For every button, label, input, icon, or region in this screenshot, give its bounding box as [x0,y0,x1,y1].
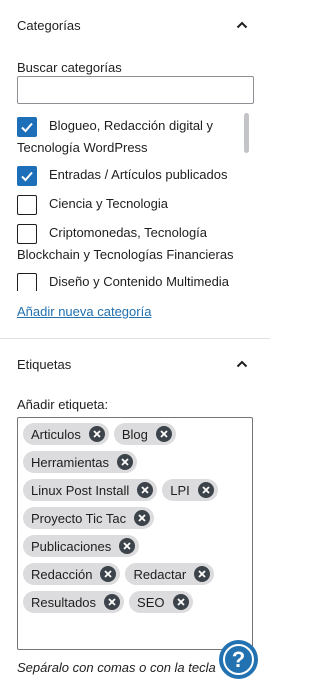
category-label: Diseño y Contenido Multimedia [49,274,229,289]
scrollbar-thumb[interactable] [244,113,249,153]
remove-tag-icon[interactable] [104,594,121,610]
category-label: Criptomonedas, Tecnología Blockchain y T… [17,225,234,262]
remove-tag-icon[interactable] [155,426,172,442]
tag-label: Blog [121,426,148,442]
tag-separator-hint: Sepáralo con comas o con la tecla [17,660,216,675]
category-label: Entradas / Artículos publicados [49,167,228,182]
tag-token: Publicaciones [23,535,140,557]
remove-tag-icon[interactable] [88,426,105,442]
category-list: Blogueo, Redacción digital y Tecnología … [17,113,254,291]
category-item[interactable]: Ciencia y Tecnologia [17,193,254,215]
add-tag-label: Añadir etiqueta: [17,397,109,412]
remove-tag-icon[interactable] [137,482,154,498]
category-checkbox[interactable] [17,117,37,137]
tag-label: Redactar [133,566,187,582]
tag-label: Publicaciones [31,538,112,554]
tag-label: SEO [137,594,165,610]
remove-tag-icon[interactable] [117,454,134,470]
tag-token: Resultados [23,591,125,613]
tag-token: Redacción [23,563,121,585]
categories-panel-header[interactable]: Categorías [0,0,270,50]
category-list-scrollbar[interactable] [242,113,249,291]
tags-panel-title: Etiquetas [17,356,72,372]
add-new-category-link[interactable]: Añadir nueva categoría [17,304,151,319]
tag-label: LPI [170,482,190,498]
category-checkbox[interactable] [17,166,37,186]
tag-token: Redactar [125,563,215,585]
tag-label: Resultados [31,594,97,610]
remove-tag-icon[interactable] [172,594,189,610]
category-checkbox[interactable] [17,195,37,215]
tag-token: LPI [162,479,218,501]
tag-label: Proyecto Tic Tac [31,510,127,526]
tag-token: Linux Post Install [23,479,158,501]
tag-token: Herramientas [23,451,138,473]
tag-token: Blog [113,423,176,445]
tag-token: Proyecto Tic Tac [23,507,155,529]
category-item[interactable]: Criptomonedas, Tecnología Blockchain y T… [17,222,254,266]
search-categories-input[interactable] [17,76,254,104]
tag-token: SEO [129,591,193,613]
category-checkbox[interactable] [17,224,37,244]
search-categories-label: Buscar categorías [17,60,122,75]
tag-label: Articulos [31,426,81,442]
remove-tag-icon[interactable] [100,566,117,582]
tag-token: Articulos [23,423,109,445]
remove-tag-icon[interactable] [194,566,211,582]
category-item[interactable]: Blogueo, Redacción digital y Tecnología … [17,115,254,159]
chevron-up-icon[interactable] [235,357,249,371]
categories-panel-title: Categorías [17,17,81,33]
chevron-up-icon[interactable] [235,18,249,32]
remove-tag-icon[interactable] [119,538,136,554]
tag-input-box[interactable]: Articulos Blog Herramientas Linux Post I… [17,417,253,650]
remove-tag-icon[interactable] [197,482,214,498]
help-icon: ? [223,644,254,675]
category-label: Ciencia y Tecnologia [49,196,168,211]
help-button[interactable]: ? [219,640,258,679]
tag-label: Herramientas [31,454,110,470]
tags-panel-header[interactable]: Etiquetas [0,339,270,389]
category-item[interactable]: Entradas / Artículos publicados [17,164,254,186]
tag-label: Redacción [31,566,93,582]
category-item[interactable]: Diseño y Contenido Multimedia [17,271,254,291]
tag-label: Linux Post Install [31,482,130,498]
category-label: Blogueo, Redacción digital y Tecnología … [17,118,214,155]
remove-tag-icon[interactable] [134,510,151,526]
category-checkbox[interactable] [17,273,37,291]
